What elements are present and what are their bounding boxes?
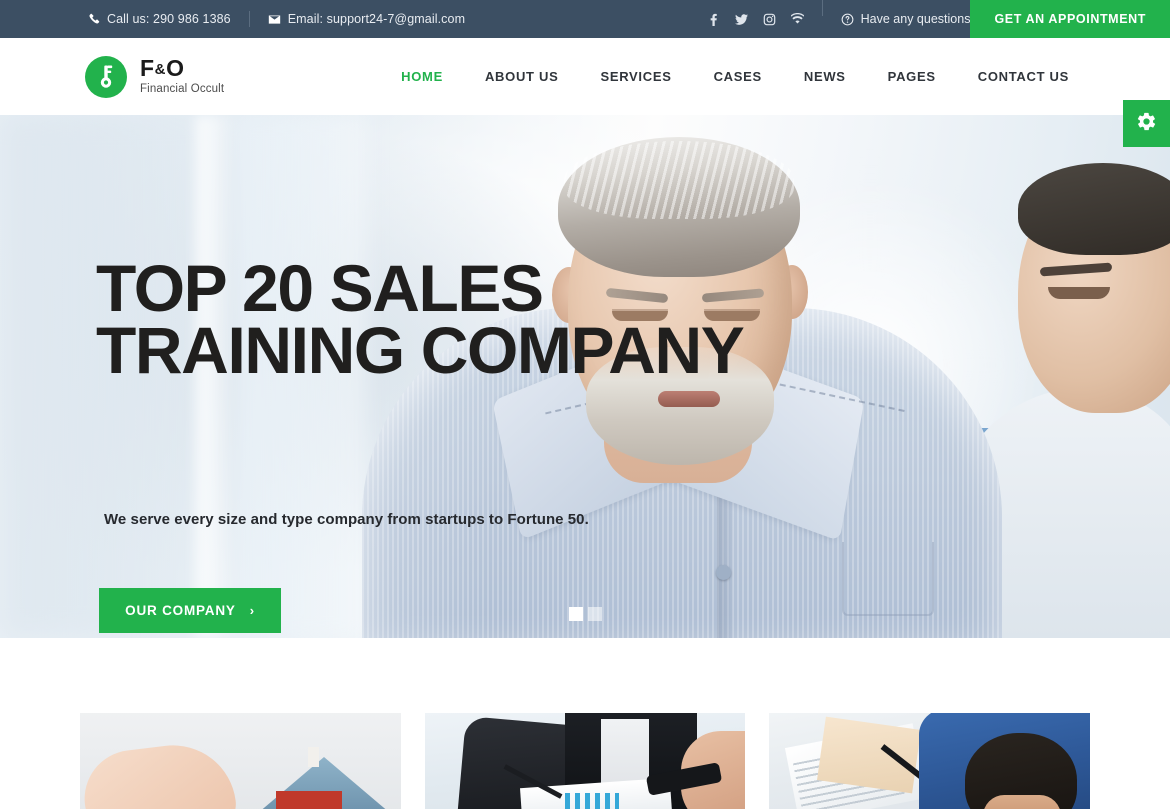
brand-text: F&O Financial Occult (140, 57, 224, 96)
nav-item-news[interactable]: NEWS (783, 69, 867, 84)
get-appointment-button[interactable]: GET AN APPOINTMENT (970, 0, 1170, 38)
email-contact[interactable]: Email: support24-7@gmail.com (268, 12, 465, 26)
nav-menu: HOME ABOUT US SERVICES CASES NEWS PAGES … (380, 69, 1170, 84)
brand-title: F&O (140, 57, 224, 80)
social-links (707, 0, 804, 38)
phone-label: Call us: 290 986 1386 (107, 12, 231, 26)
nav-item-about-us[interactable]: ABOUT US (464, 69, 580, 84)
nav-item-home[interactable]: HOME (380, 69, 464, 84)
phone-contact[interactable]: Call us: 290 986 1386 (88, 12, 231, 26)
main-navbar: F&O Financial Occult HOME ABOUT US SERVI… (0, 38, 1170, 115)
rss-icon[interactable] (790, 13, 804, 26)
instagram-icon[interactable] (763, 13, 776, 26)
nav-item-cases[interactable]: CASES (693, 69, 783, 84)
brand-subtitle: Financial Occult (140, 83, 225, 96)
hero-title-line-2: TRAINING COMPANY (96, 313, 745, 387)
envelope-icon (268, 13, 281, 26)
facebook-icon[interactable] (707, 13, 720, 26)
gear-icon (1136, 111, 1157, 137)
email-label: Email: support24-7@gmail.com (287, 12, 466, 26)
key-icon (85, 55, 127, 98)
have-questions-link[interactable]: Have any questions (841, 0, 971, 38)
brand-title-amp: & (154, 61, 166, 79)
feature-cards-row (80, 713, 1091, 809)
slider-pagination (0, 607, 1170, 621)
slider-dot-1[interactable] (568, 607, 583, 621)
card-business-meeting[interactable] (424, 713, 746, 809)
settings-button[interactable] (1123, 100, 1170, 147)
feature-cards-section (0, 638, 1170, 809)
top-bar-contacts: Call us: 290 986 1386 Email: support24-7… (0, 0, 465, 38)
card-hand-house[interactable] (80, 713, 401, 809)
topbar-divider-2 (821, 0, 823, 16)
question-circle-icon (841, 13, 854, 26)
brand-title-left: F (140, 55, 154, 82)
nav-item-pages[interactable]: PAGES (867, 69, 957, 84)
brand-logo[interactable]: F&O Financial Occult (0, 55, 224, 98)
hero-title-line-1: TOP 20 SALES (96, 251, 544, 325)
nav-item-contact-us[interactable]: CONTACT US (957, 69, 1090, 84)
nav-item-services[interactable]: SERVICES (579, 69, 692, 84)
topbar-divider (248, 11, 250, 27)
hero-subtitle: We serve every size and type company fro… (104, 511, 589, 528)
brand-title-right: O (166, 55, 184, 82)
twitter-icon[interactable] (734, 13, 748, 26)
hero-title: TOP 20 SALES TRAINING COMPANY (96, 251, 756, 387)
hero-content: TOP 20 SALES TRAINING COMPANY We serve e… (0, 115, 1170, 638)
top-bar: Call us: 290 986 1386 Email: support24-7… (0, 0, 1170, 38)
card-man-documents[interactable] (769, 713, 1091, 809)
have-questions-label: Have any questions (860, 12, 971, 26)
hero-slider: TOP 20 SALES TRAINING COMPANY We serve e… (0, 115, 1170, 638)
slider-dot-2[interactable] (587, 607, 602, 621)
top-bar-actions: Have any questions GET AN APPOINTMENT (707, 0, 1170, 38)
phone-icon (88, 13, 100, 25)
